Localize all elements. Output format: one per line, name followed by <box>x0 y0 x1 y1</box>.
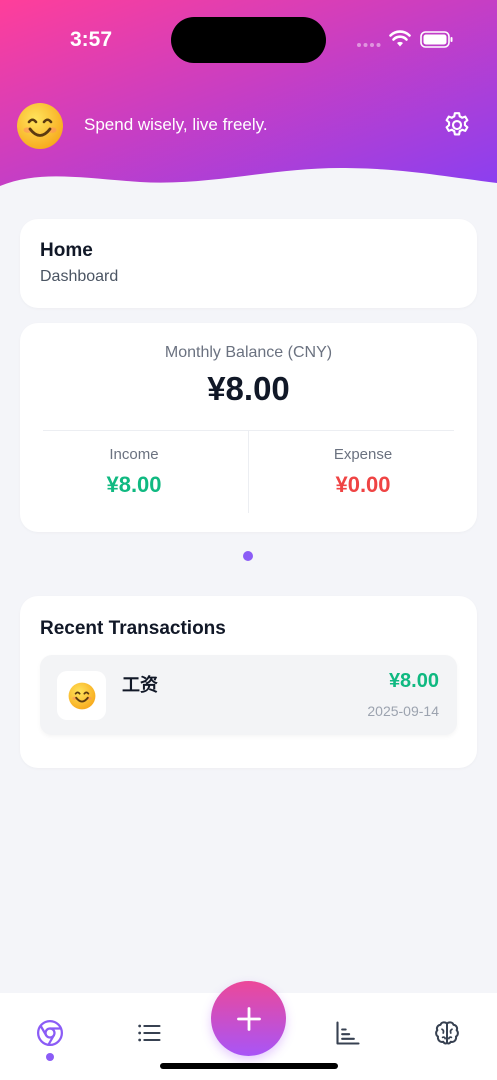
transaction-category-icon <box>57 671 106 720</box>
nav-statistics[interactable] <box>328 1013 368 1053</box>
settings-button[interactable] <box>440 108 474 142</box>
expense-label: Expense <box>333 446 393 463</box>
bar-chart-icon <box>336 1021 360 1045</box>
page-subtitle: Dashboard <box>40 268 119 285</box>
status-bar: 3:57 <box>0 0 497 80</box>
transaction-amount: ¥8.00 <box>388 670 439 692</box>
nav-ai-insights[interactable] <box>427 1013 467 1053</box>
page-title-card: Home Dashboard <box>20 219 477 308</box>
add-transaction-button[interactable] <box>211 981 286 1056</box>
transaction-name: 工资 <box>122 675 158 695</box>
wifi-icon <box>389 30 411 47</box>
nav-home[interactable] <box>30 1013 70 1053</box>
pager-dot-active[interactable] <box>243 551 253 561</box>
income-label: Income <box>109 446 159 463</box>
cellular-signal-icon <box>357 43 381 47</box>
gear-icon <box>445 112 469 136</box>
brain-icon <box>435 1021 459 1045</box>
section-title: Recent Transactions <box>40 618 226 639</box>
plus-icon <box>236 1006 261 1031</box>
home-indicator <box>160 1063 338 1069</box>
expense-value: ¥0.00 <box>335 472 391 497</box>
income-value: ¥8.00 <box>106 472 162 497</box>
chrome-like-circle-icon <box>37 1020 63 1046</box>
balance-value: ¥8.00 <box>207 370 290 407</box>
balance-label: Monthly Balance (CNY) <box>164 344 333 361</box>
battery-icon <box>420 31 453 48</box>
nav-active-indicator <box>46 1053 54 1061</box>
header-tagline: Spend wisely, live freely. <box>84 115 268 134</box>
recent-transactions-card: Recent Transactions 工资 ¥8.00 2025-09-14 <box>20 596 477 768</box>
page-title: Home <box>40 240 93 261</box>
dynamic-island <box>171 17 326 63</box>
list-icon <box>138 1024 161 1042</box>
smiling-face-icon[interactable] <box>16 102 64 150</box>
nav-transactions[interactable] <box>129 1013 169 1053</box>
transaction-date: 2025-09-14 <box>367 703 439 719</box>
monthly-balance-card[interactable]: Monthly Balance (CNY) ¥8.00 Income ¥8.00… <box>20 323 477 532</box>
status-time: 3:57 <box>70 28 113 51</box>
transaction-row[interactable]: 工资 ¥8.00 2025-09-14 <box>40 655 457 735</box>
smiling-face-icon <box>68 682 95 709</box>
